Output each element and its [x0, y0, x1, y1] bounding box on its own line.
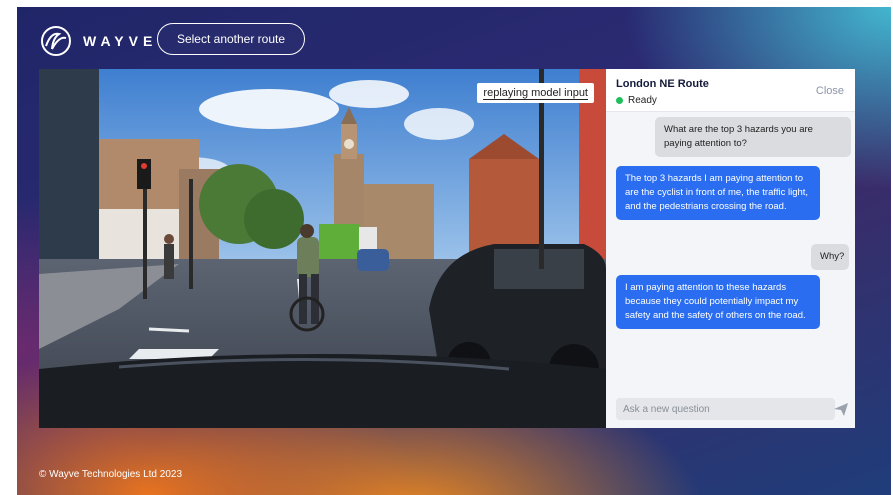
status-indicator: Ready	[616, 95, 657, 106]
chat-message-user: Why?	[811, 244, 849, 270]
chat-panel: London NE Route Ready Close What are the…	[606, 69, 855, 428]
question-input[interactable]: Ask a new question	[616, 398, 835, 420]
copyright-text: © Wayve Technologies Ltd 2023	[39, 469, 183, 480]
status-dot-icon	[616, 97, 623, 104]
replay-tag: replaying model input	[477, 83, 594, 103]
app-frame: WAYVE Select another route replaying mod…	[17, 7, 891, 495]
wayve-logo[interactable]: WAYVE	[39, 24, 157, 58]
select-route-button[interactable]: Select another route	[157, 23, 305, 55]
brand-name: WAYVE	[83, 33, 158, 49]
replay-tag-label: replaying model input	[483, 87, 588, 100]
chat-header: London NE Route Ready Close	[606, 69, 855, 112]
route-title: London NE Route	[616, 78, 709, 90]
chat-message-assistant: The top 3 hazards I am paying attention …	[616, 166, 820, 220]
street-scene-image	[39, 69, 606, 428]
camera-feed: replaying model input	[39, 69, 606, 428]
status-label: Ready	[628, 95, 657, 106]
close-button[interactable]: Close	[816, 85, 844, 97]
chat-message-user: What are the top 3 hazards you are payin…	[655, 117, 851, 157]
send-icon[interactable]	[833, 401, 849, 417]
chat-message-assistant: I am paying attention to these hazards b…	[616, 275, 820, 329]
wayve-logo-icon	[41, 26, 71, 56]
